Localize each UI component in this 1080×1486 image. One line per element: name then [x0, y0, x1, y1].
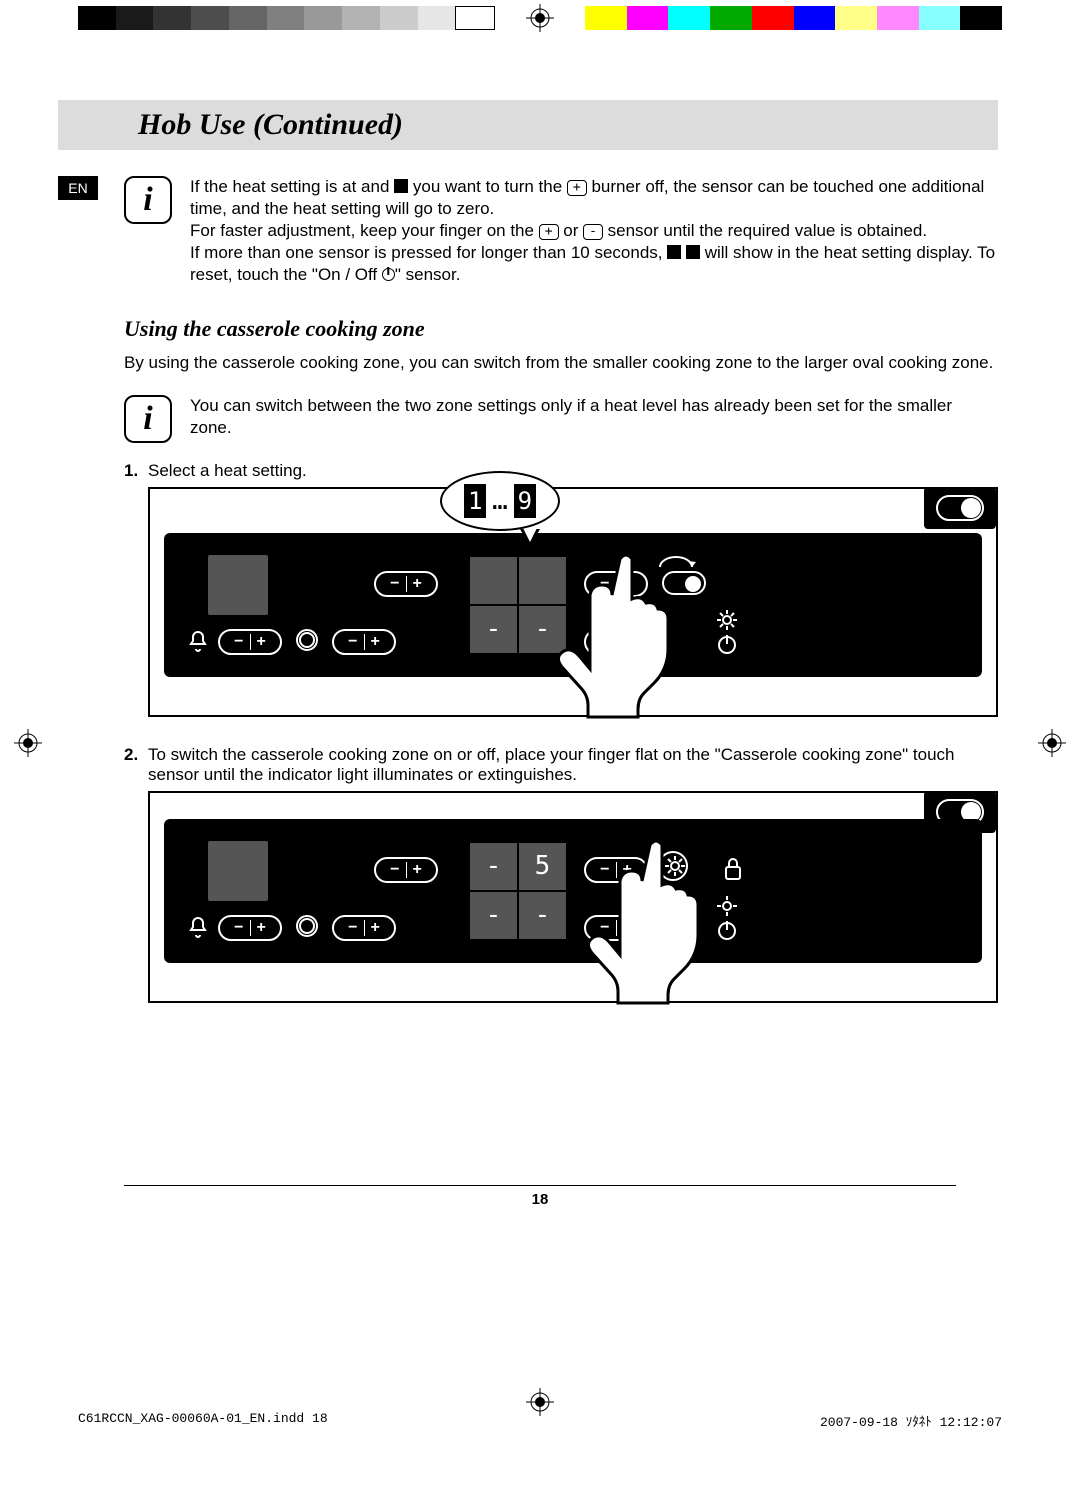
info-icon: i	[124, 176, 172, 224]
step-1-text: Select a heat setting.	[148, 461, 307, 480]
print-slug: C61RCCN_XAG-00060A-01_EN.indd 18 2007-09…	[78, 1411, 1002, 1430]
minus-plus-control: − +	[332, 915, 396, 941]
step-1: 1. Select a heat setting. 1 … 9	[124, 461, 998, 735]
timer-display	[208, 555, 268, 615]
filled-square-icon	[686, 245, 700, 259]
dual-ring-icon	[296, 915, 318, 937]
timer-display	[208, 841, 268, 901]
registration-mark-icon	[1038, 729, 1066, 757]
language-tab: EN	[58, 176, 98, 200]
registration-mark-icon	[14, 729, 42, 757]
minus-plus-control: − +	[218, 629, 282, 655]
minus-plus-control: − +	[374, 857, 438, 883]
figure-1: 1 … 9 -- − + − +	[148, 487, 998, 717]
info-text-2: You can switch between the two zone sett…	[190, 395, 998, 443]
figure-2: -5 -- − + − +	[148, 791, 998, 1003]
heat-display-grid: -5 --	[470, 843, 566, 939]
plus-key-icon: +	[539, 224, 559, 240]
step-2-text: To switch the casserole cooking zone on …	[148, 745, 955, 784]
info-icon: i	[124, 395, 172, 443]
intro-paragraph: By using the casserole cooking zone, you…	[58, 352, 998, 374]
dual-ring-icon	[296, 629, 318, 651]
pointing-hand-icon	[550, 549, 720, 724]
step-2: 2. To switch the casserole cooking zone …	[124, 745, 998, 1021]
plus-key-icon: +	[567, 180, 587, 196]
page-number: 18	[0, 1191, 1080, 1208]
footer-rule	[124, 1185, 956, 1186]
bell-icon	[186, 915, 210, 939]
lock-icon	[722, 569, 744, 595]
filled-square-icon	[394, 179, 408, 193]
heat-range-callout: 1 … 9	[440, 471, 560, 531]
slug-timestamp: 2007-09-18 ｿﾀﾈﾄ 12:12:07	[820, 1411, 1002, 1430]
minus-plus-control: − +	[218, 915, 282, 941]
pointing-hand-icon	[580, 835, 750, 1010]
minus-plus-control: − +	[332, 629, 396, 655]
page-content: Hob Use (Continued) EN i If the heat set…	[58, 100, 998, 1031]
info-text-1: If the heat setting is at and you want t…	[190, 176, 998, 286]
bell-icon	[186, 629, 210, 653]
section-title: Hob Use (Continued)	[72, 108, 984, 142]
slug-filename: C61RCCN_XAG-00060A-01_EN.indd 18	[78, 1411, 328, 1430]
filled-square-icon	[667, 245, 681, 259]
power-icon	[382, 268, 395, 281]
casserole-toggle-icon	[924, 487, 996, 529]
section-title-bar: Hob Use (Continued)	[58, 100, 998, 150]
subsection-heading: Using the casserole cooking zone	[58, 316, 998, 342]
registration-mark-icon	[526, 4, 554, 32]
minus-plus-control: − +	[374, 571, 438, 597]
minus-key-icon: -	[583, 224, 603, 240]
